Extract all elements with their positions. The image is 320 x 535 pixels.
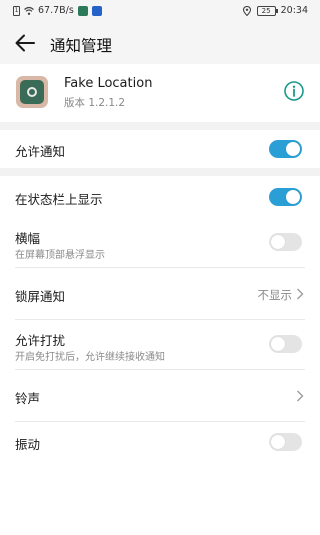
app-notification-icon <box>77 5 88 16</box>
info-circle-icon[interactable] <box>283 80 305 102</box>
wifi-icon <box>24 6 34 15</box>
ringtone-label: 铃声 <box>15 391 41 406</box>
lock-screen-row[interactable]: 锁屏通知 不显示 <box>0 268 320 320</box>
lock-screen-value: 不显示 <box>257 288 293 302</box>
vibration-toggle[interactable] <box>269 433 302 451</box>
app-name: Fake Location <box>64 76 153 91</box>
app-info-card: Fake Location 版本 1.2.1.2 <box>0 64 320 122</box>
sim-icon: 1 <box>13 5 20 16</box>
chevron-right-icon <box>297 390 304 402</box>
page-title: 通知管理 <box>50 37 113 55</box>
battery-icon: 25 <box>256 5 278 16</box>
status-bar-display-label: 在状态栏上显示 <box>15 192 103 207</box>
allow-interrupt-label: 允许打扰 <box>15 333 66 348</box>
location-icon <box>242 5 251 16</box>
app-icon <box>16 76 48 108</box>
status-bar-display-row[interactable]: 在状态栏上显示 <box>0 176 320 218</box>
header: 通知管理 <box>0 22 320 64</box>
allow-interrupt-toggle[interactable] <box>269 335 302 353</box>
allow-interrupt-description: 开启免打扰后，允许继续接收通知 <box>15 352 165 363</box>
ringtone-row[interactable]: 铃声 <box>0 370 320 422</box>
app-notification-icon <box>91 5 102 16</box>
status-bar-display-toggle[interactable] <box>269 188 302 206</box>
lock-screen-label: 锁屏通知 <box>15 289 66 304</box>
arrow-left-icon[interactable] <box>14 33 36 53</box>
net-speed: 67.7B/s <box>38 5 74 16</box>
app-version: 版本 1.2.1.2 <box>64 97 126 109</box>
status-bar: 1 67.7B/s 25 20:34 <box>0 0 320 22</box>
banner-toggle[interactable] <box>269 233 302 251</box>
section-gap <box>0 122 320 130</box>
allow-notifications-row[interactable]: 允许通知 <box>0 130 320 168</box>
vibration-label: 振动 <box>15 437 41 452</box>
banner-label: 横幅 <box>15 231 41 246</box>
banner-row[interactable]: 横幅 在屏幕顶部悬浮显示 <box>0 218 320 268</box>
allow-notifications-toggle[interactable] <box>269 140 302 158</box>
clock: 20:34 <box>280 5 308 16</box>
chevron-right-icon <box>297 288 304 300</box>
allow-notifications-label: 允许通知 <box>15 144 66 159</box>
banner-description: 在屏幕顶部悬浮显示 <box>15 250 105 261</box>
vibration-row[interactable]: 振动 <box>0 422 320 464</box>
allow-interrupt-row[interactable]: 允许打扰 开启免打扰后，允许继续接收通知 <box>0 320 320 370</box>
section-gap <box>0 168 320 176</box>
